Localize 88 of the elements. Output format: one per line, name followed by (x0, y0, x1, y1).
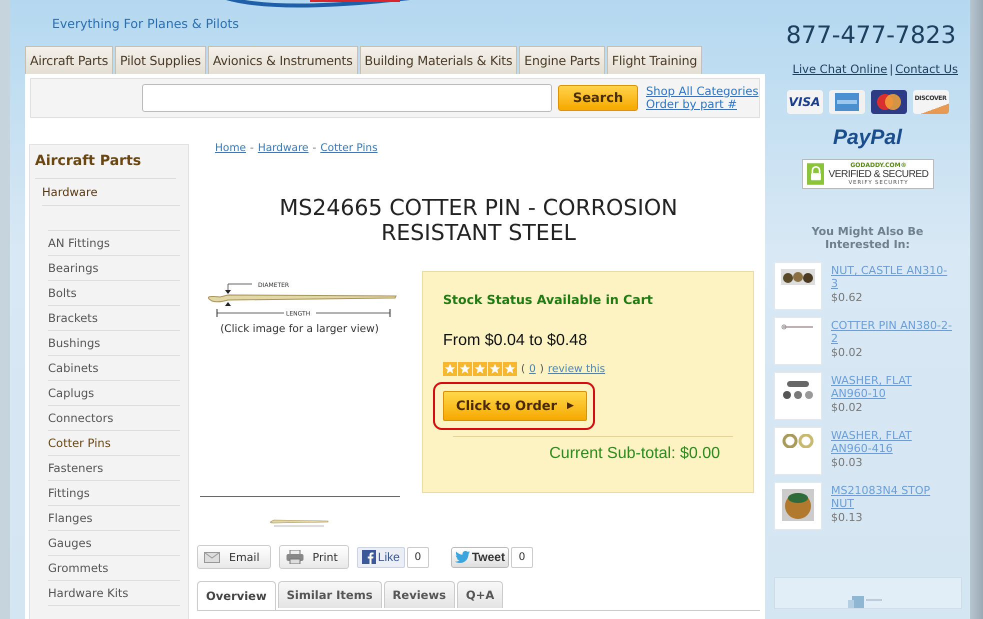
visa-card-logo: VISA (786, 90, 822, 114)
paypal-logo: PayPal (833, 126, 902, 150)
star-icon (473, 362, 487, 376)
envelope-icon (204, 552, 220, 562)
nav-tab[interactable]: Aircraft Parts (25, 46, 114, 74)
product-price: $0.02 (831, 401, 864, 414)
price-range: From $0.04 to $0.48 (443, 332, 588, 350)
mastercard-icon (870, 90, 906, 114)
breadcrumb-link[interactable]: Hardware (258, 142, 309, 154)
detail-tab[interactable]: Reviews (384, 581, 455, 608)
like-button[interactable]: Like (356, 546, 405, 568)
sidebar-item[interactable]: Gauges (48, 536, 92, 550)
breadcrumb-separator: - (312, 142, 316, 154)
sidebar-item[interactable]: Bearings (48, 261, 99, 275)
header-link[interactable]: Live Chat Online (792, 62, 888, 76)
star-icon (503, 362, 517, 376)
sidebar-item[interactable]: Cotter Pins (48, 436, 111, 450)
sidebar-item[interactable]: Caplugs (48, 386, 94, 400)
related-heading: You Might Also Be Interested In: (810, 225, 924, 251)
print-button[interactable]: Print (278, 545, 349, 569)
review-count-paren: ) (540, 363, 544, 375)
sidebar-parent-link[interactable]: Hardware (42, 185, 98, 199)
product-thumbnail[interactable] (774, 427, 822, 475)
tweet-count: 0 (510, 546, 533, 568)
image-caption: (Click image for a larger view) (220, 323, 379, 335)
stock-status: Stock Status Available in Cart (443, 292, 654, 307)
search-field[interactable] (142, 84, 552, 112)
nav-tab[interactable]: Engine Parts (519, 46, 605, 74)
product-thumbnail[interactable] (774, 317, 822, 365)
pin-photo-icon (781, 324, 815, 330)
header-link[interactable]: Contact Us (895, 62, 958, 76)
nut-photo-icon (782, 489, 814, 521)
search-button[interactable]: Search (558, 85, 638, 111)
email-button[interactable]: Email (197, 545, 271, 569)
sidebar-item[interactable]: Fasteners (48, 461, 104, 475)
detail-tab[interactable]: Overview (197, 581, 276, 610)
detail-tab[interactable]: Q+A (456, 581, 504, 608)
review-count-paren: ( (521, 363, 526, 375)
nav-tab[interactable]: Pilot Supplies (115, 46, 206, 74)
product-thumbnail[interactable] (774, 262, 822, 310)
sidebar-item[interactable]: Bushings (48, 336, 100, 350)
sidebar-heading: Aircraft Parts (35, 153, 176, 179)
sidebar-item[interactable]: AN Fittings (48, 236, 110, 250)
sidebar-item[interactable]: Hardware Kits (48, 586, 128, 600)
padlock-icon (806, 162, 824, 186)
product-title: MS24665 COTTER PIN - CORROSION RESISTANT STEEL (278, 196, 679, 246)
sidebar-item[interactable]: Connectors (48, 411, 114, 425)
nuts-photo-icon (781, 269, 815, 285)
breadcrumb-link[interactable]: Home (215, 142, 246, 154)
tweet-button[interactable]: Tweet (450, 546, 509, 568)
category-link[interactable]: Order by part # (646, 98, 758, 111)
badge-title: VERIFIED & SECURED (828, 170, 928, 178)
sidebar-item[interactable]: Grommets (48, 561, 108, 575)
washer-photo-icon (782, 434, 814, 448)
product-price: $0.02 (831, 346, 864, 359)
product-price: $0.62 (831, 291, 864, 304)
order-button[interactable]: Click to Order ▶ (443, 391, 587, 421)
printer-icon (286, 550, 304, 564)
category-link[interactable]: Shop All Categories (646, 85, 758, 98)
product-thumbnail[interactable] (774, 482, 822, 530)
sidebar-item[interactable]: Brackets (48, 311, 98, 325)
product-price: $0.03 (831, 456, 864, 469)
tagline: Everything For Planes & Pilots (52, 16, 239, 31)
subtotal: Current Sub-total: $0.00 (549, 445, 720, 463)
star-icon (488, 362, 502, 376)
product-price: $0.13 (831, 511, 864, 524)
sidebar-item[interactable]: Flanges (48, 511, 93, 525)
detail-tab[interactable]: Similar Items (278, 581, 382, 608)
star-icon (458, 362, 472, 376)
breadcrumb-separator: - (250, 142, 254, 154)
facebook-icon (362, 550, 376, 564)
review-count-link[interactable]: 0 (529, 363, 536, 375)
product-thumbnail[interactable] (774, 372, 822, 420)
link-separator: | (889, 62, 894, 76)
nav-tab[interactable]: Flight Training (606, 46, 702, 74)
phone-number: 877-477-7823 (786, 21, 956, 49)
sidebar-item[interactable]: Cabinets (48, 361, 98, 375)
review-this-link[interactable]: review this (548, 363, 606, 375)
amex-card-icon (828, 90, 864, 114)
nav-tab[interactable]: Avionics & Instruments (208, 46, 358, 74)
star-icon (443, 362, 457, 376)
hardware-photo-icon (781, 379, 815, 401)
bird-icon (454, 551, 470, 563)
sidebar-item[interactable]: Fittings (48, 486, 90, 500)
sidebar-item[interactable]: Bolts (48, 286, 77, 300)
like-count: 0 (406, 546, 429, 568)
nav-tab[interactable]: Building Materials & Kits (360, 46, 518, 74)
breadcrumb-link[interactable]: Cotter Pins (320, 142, 378, 154)
